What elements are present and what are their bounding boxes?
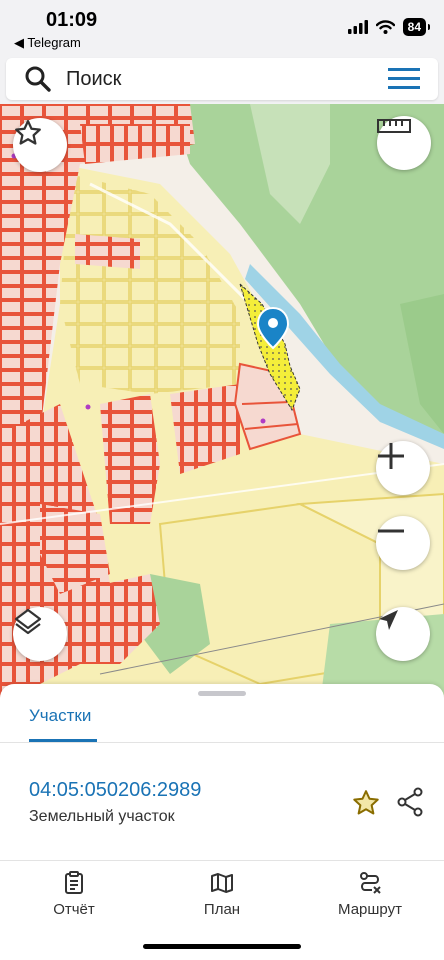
layers-icon xyxy=(14,608,42,635)
map-plan-icon xyxy=(211,873,233,893)
star-outline-icon[interactable] xyxy=(351,788,381,818)
minus-icon xyxy=(378,529,404,533)
tab-parcels[interactable]: Участки xyxy=(29,706,91,726)
battery-indicator: 84 xyxy=(402,18,431,36)
nav-plan[interactable]: План xyxy=(162,871,282,918)
status-bar: 01:09 ◀ Telegram 84 xyxy=(0,0,444,56)
parcel-type-label: Земельный участок xyxy=(29,808,175,825)
star-icon xyxy=(15,120,41,145)
nav-route[interactable]: Маршрут xyxy=(310,871,430,918)
back-to-telegram-link[interactable]: ◀ Telegram xyxy=(14,35,81,51)
search-input[interactable]: Поиск xyxy=(66,68,121,91)
zoom-in-button[interactable] xyxy=(376,441,430,495)
cellular-signal-icon xyxy=(347,20,368,34)
favorites-button[interactable] xyxy=(13,118,67,172)
search-icon xyxy=(25,66,51,92)
report-icon xyxy=(65,871,83,894)
divider xyxy=(0,742,444,743)
search-bar[interactable]: Поиск xyxy=(6,58,438,100)
route-icon xyxy=(360,872,381,894)
hamburger-menu-icon[interactable] xyxy=(388,68,420,90)
share-icon[interactable] xyxy=(396,787,424,817)
nav-route-label: Маршрут xyxy=(338,901,402,918)
status-time: 01:09 xyxy=(46,9,98,31)
nav-plan-label: План xyxy=(203,901,241,918)
navigation-arrow-icon xyxy=(379,610,398,630)
parcel-cadastral-number[interactable]: 04:05:050206:2989 xyxy=(29,779,201,802)
ruler-icon xyxy=(377,119,411,133)
home-indicator[interactable] xyxy=(143,944,301,949)
status-icons: 84 xyxy=(347,18,431,36)
nav-report-label: Отчёт xyxy=(53,901,95,918)
zoom-out-button[interactable] xyxy=(376,516,430,570)
nav-report[interactable]: Отчёт xyxy=(14,871,134,918)
ruler-button[interactable] xyxy=(377,116,431,170)
layers-button[interactable] xyxy=(13,607,67,661)
wifi-icon xyxy=(375,20,395,34)
sheet-grabber[interactable] xyxy=(198,691,246,696)
cadastral-map[interactable] xyxy=(0,104,444,704)
my-location-button[interactable] xyxy=(376,607,430,661)
plus-icon xyxy=(378,443,404,469)
